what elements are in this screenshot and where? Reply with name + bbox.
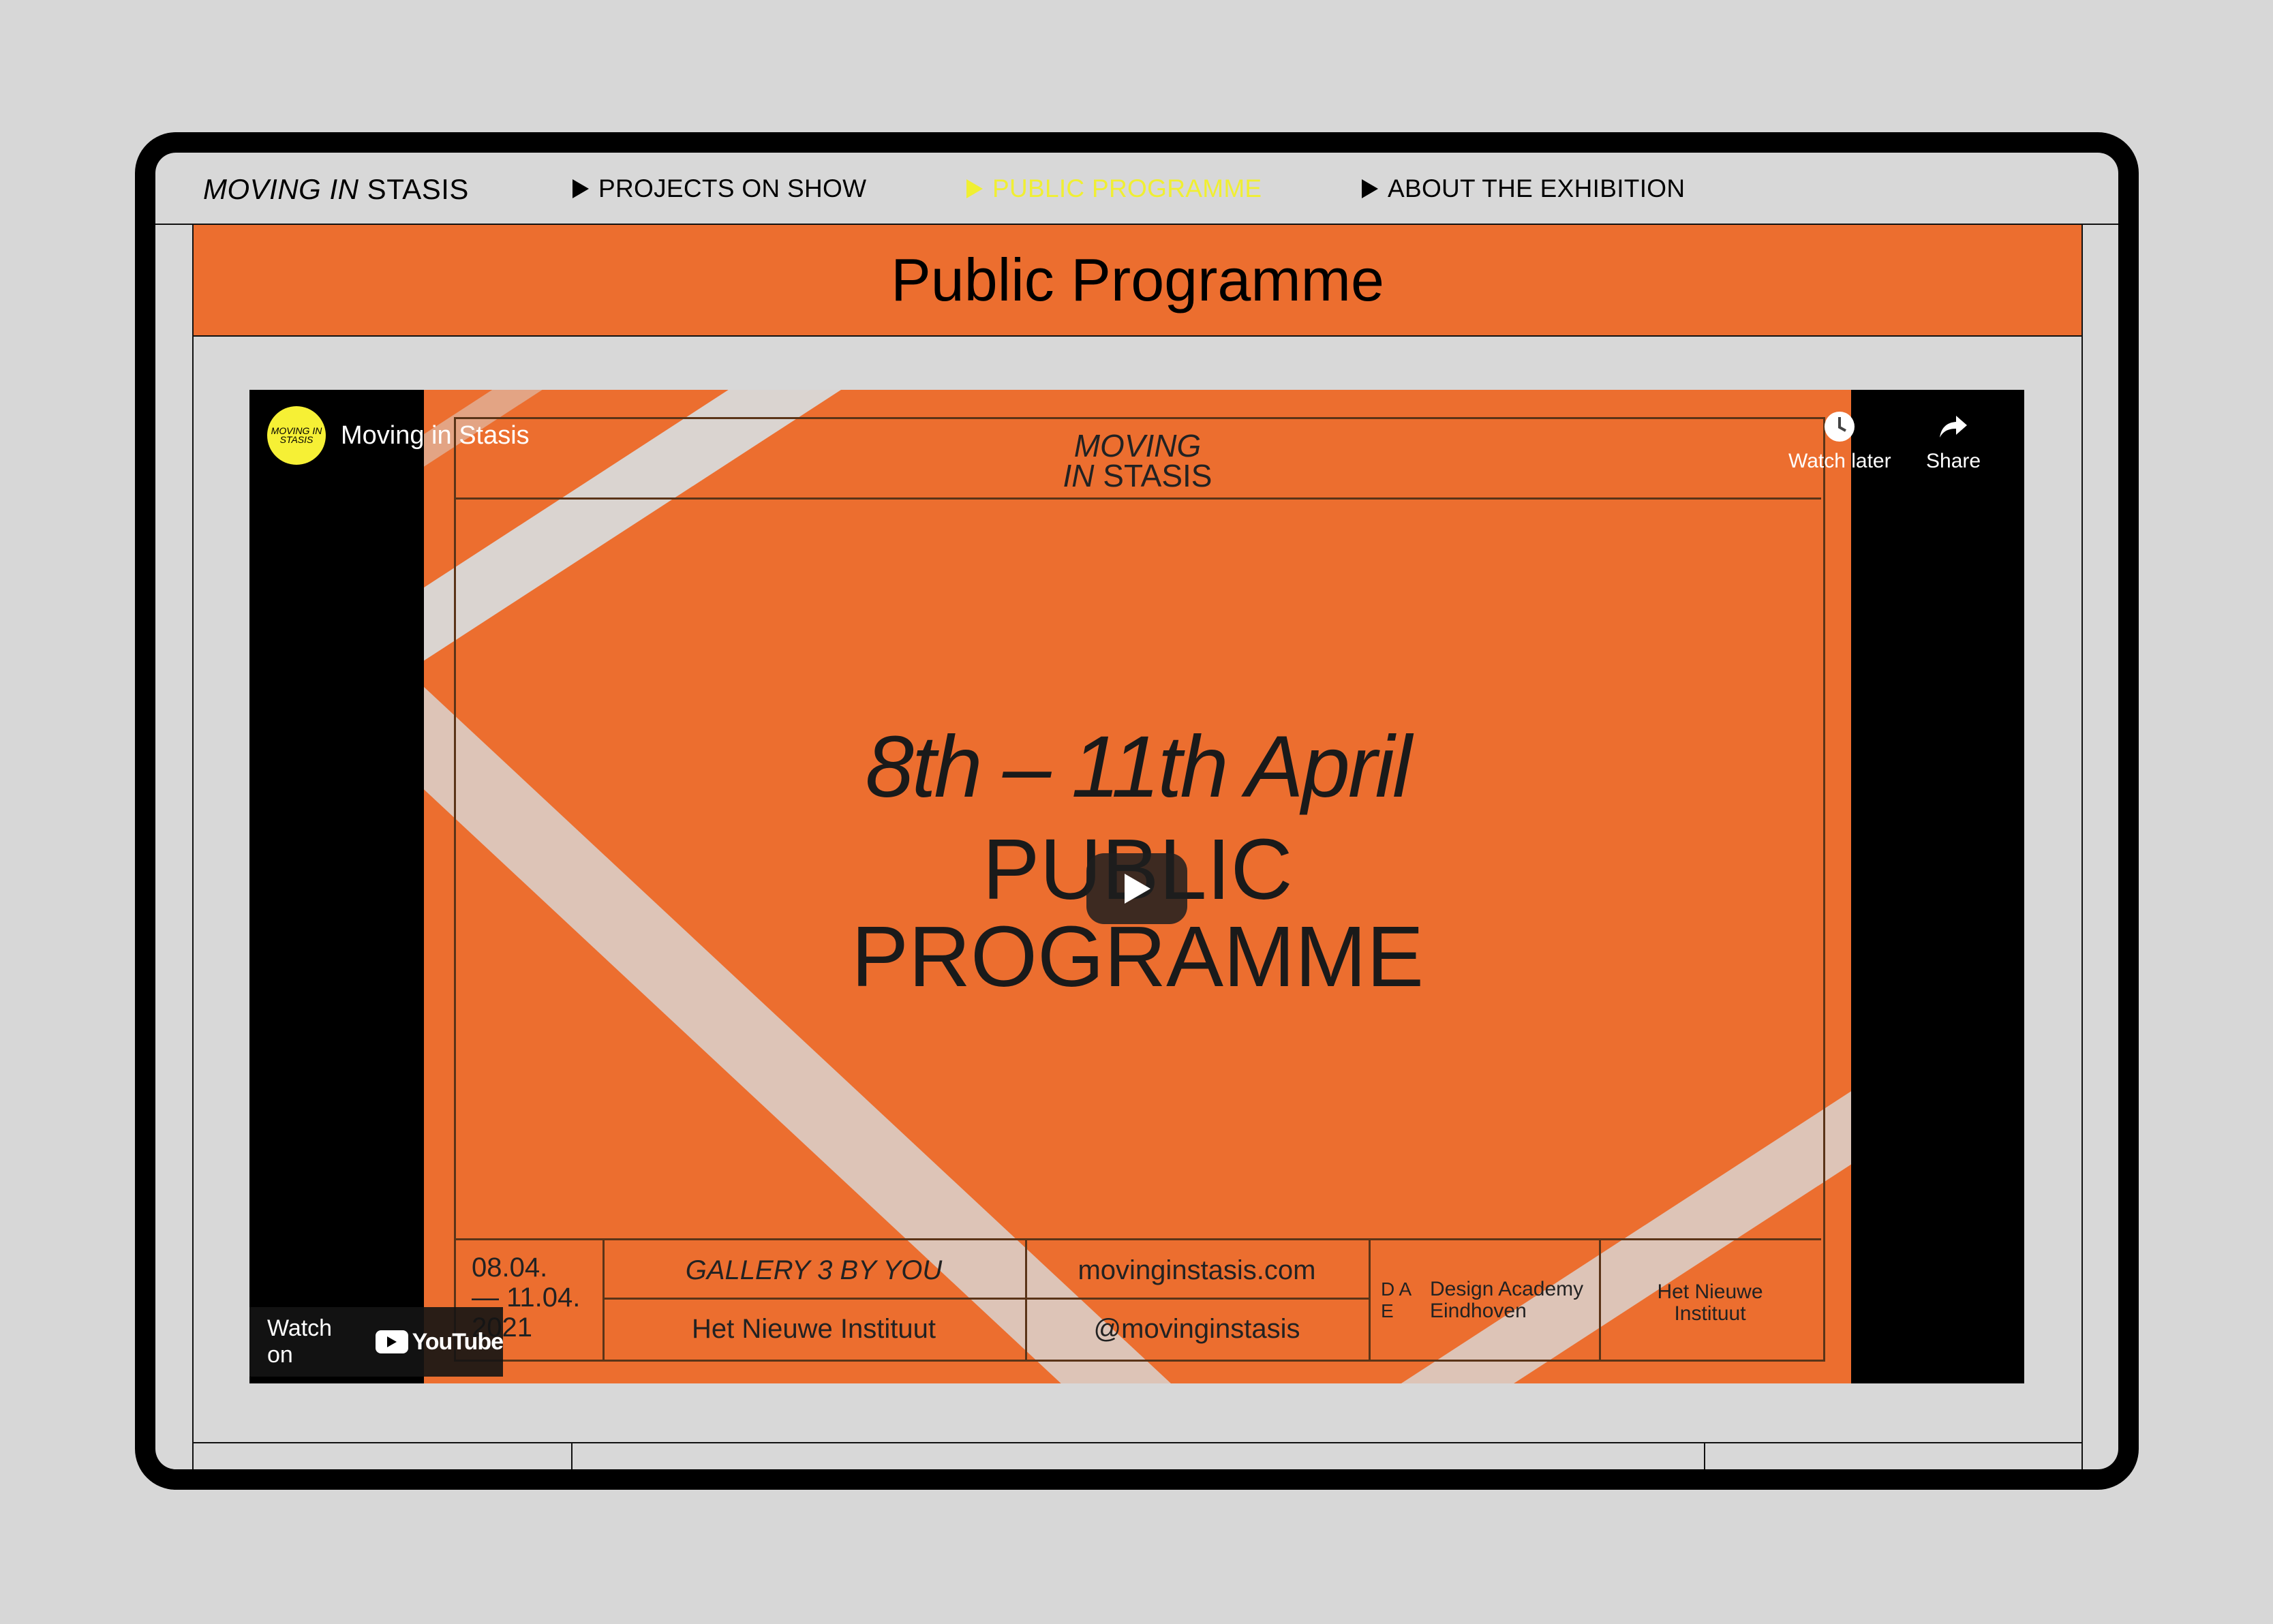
clock-icon	[1825, 412, 1855, 442]
frame-divider-right	[2081, 224, 2083, 1469]
watch-later-button[interactable]: Watch later	[1788, 410, 1891, 473]
share-arrow-icon	[1940, 416, 1968, 438]
nav-label: PUBLIC PROGRAMME	[992, 174, 1262, 202]
nav-label: PROJECTS ON SHOW	[598, 174, 867, 202]
nav-about-the-exhibition[interactable]: ABOUT THE EXHIBITION	[1362, 174, 1685, 203]
bottom-rule	[194, 1442, 2081, 1443]
page-title: Public Programme	[891, 246, 1384, 313]
poster-date: 8th – 11th April	[865, 718, 1412, 816]
top-navigation: MOVING IN STASIS PROJECTS ON SHOW PUBLIC…	[155, 153, 2118, 225]
play-button[interactable]	[1086, 853, 1187, 924]
footer-website: movinginstasis.com	[1078, 1255, 1316, 1285]
dae-name: Design Academy Eindhoven	[1430, 1278, 1584, 1322]
poster-footer: 08.04. — 11.04. 2021 GALLERY 3 BY YOU He…	[454, 1238, 1821, 1360]
device-frame: MOVING IN STASIS PROJECTS ON SHOW PUBLIC…	[135, 132, 2139, 1490]
channel-name[interactable]: Moving in Stasis	[341, 421, 530, 450]
footer-divider	[602, 1298, 1369, 1300]
youtube-logo: YouTube	[375, 1329, 504, 1355]
footer-divider	[1369, 1240, 1371, 1360]
share-button[interactable]: Share	[1926, 410, 1981, 473]
poster-logo: MOVING IN STASIS	[1063, 428, 1212, 493]
nav-public-programme[interactable]: PUBLIC PROGRAMME	[966, 174, 1262, 203]
watch-on-youtube-button[interactable]: Watch on YouTube	[249, 1307, 504, 1377]
poster-header: MOVING IN STASIS	[454, 417, 1821, 500]
footer-venue: Het Nieuwe Instituut	[692, 1314, 936, 1344]
nav-label: ABOUT THE EXHIBITION	[1388, 174, 1685, 202]
play-icon	[1125, 874, 1150, 904]
dae-mark: D A E	[1381, 1278, 1412, 1321]
channel-avatar[interactable]: MOVING IN STASIS	[267, 406, 326, 465]
footer-gallery: GALLERY 3 BY YOU	[685, 1255, 943, 1285]
channel-title[interactable]: MOVING IN STASIS Moving in Stasis	[267, 406, 530, 465]
footer-handle: @movinginstasis	[1093, 1314, 1300, 1344]
youtube-play-icon	[375, 1330, 408, 1353]
frame-divider-left	[192, 224, 194, 1469]
youtube-embed[interactable]: MOVING IN STASIS 8th – 11th April PUBLIC…	[249, 390, 2024, 1383]
play-triangle-icon	[966, 179, 983, 198]
nav-projects-on-show[interactable]: PROJECTS ON SHOW	[573, 174, 866, 203]
bottom-divider	[571, 1442, 573, 1469]
bottom-divider	[1704, 1442, 1705, 1469]
browser-screen: MOVING IN STASIS PROJECTS ON SHOW PUBLIC…	[155, 153, 2118, 1469]
play-triangle-icon	[1362, 179, 1378, 198]
play-triangle-icon	[573, 179, 589, 198]
hni-name: Het Nieuwe Instituut	[1657, 1281, 1763, 1325]
page-title-banner: Public Programme	[194, 225, 2081, 337]
site-logo[interactable]: MOVING IN STASIS	[203, 173, 469, 206]
